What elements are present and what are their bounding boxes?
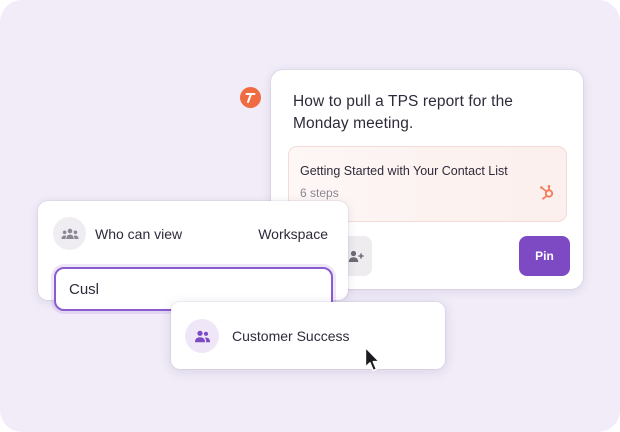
team-icon [53,217,86,250]
mouse-pointer-icon [364,346,380,372]
card-title: How to pull a TPS report for the Monday … [293,93,514,132]
canvas-background: How to pull a TPS report for the Monday … [0,0,620,432]
suggestion-item[interactable]: Customer Success [171,302,445,369]
guide-step-count: 6 steps [300,186,339,200]
pin-button[interactable]: Pin [519,236,570,276]
permission-value[interactable]: Workspace [258,226,328,242]
people-icon [185,319,219,353]
hubspot-icon [540,185,554,200]
suggestion-label: Customer Success [232,328,350,344]
permission-label: Who can view [95,226,183,242]
guide-title: Getting Started with Your Contact List [300,164,508,178]
brand-logo-icon [240,87,261,108]
people-icon [348,250,364,262]
permissions-card: Who can view Workspace [38,201,348,311]
